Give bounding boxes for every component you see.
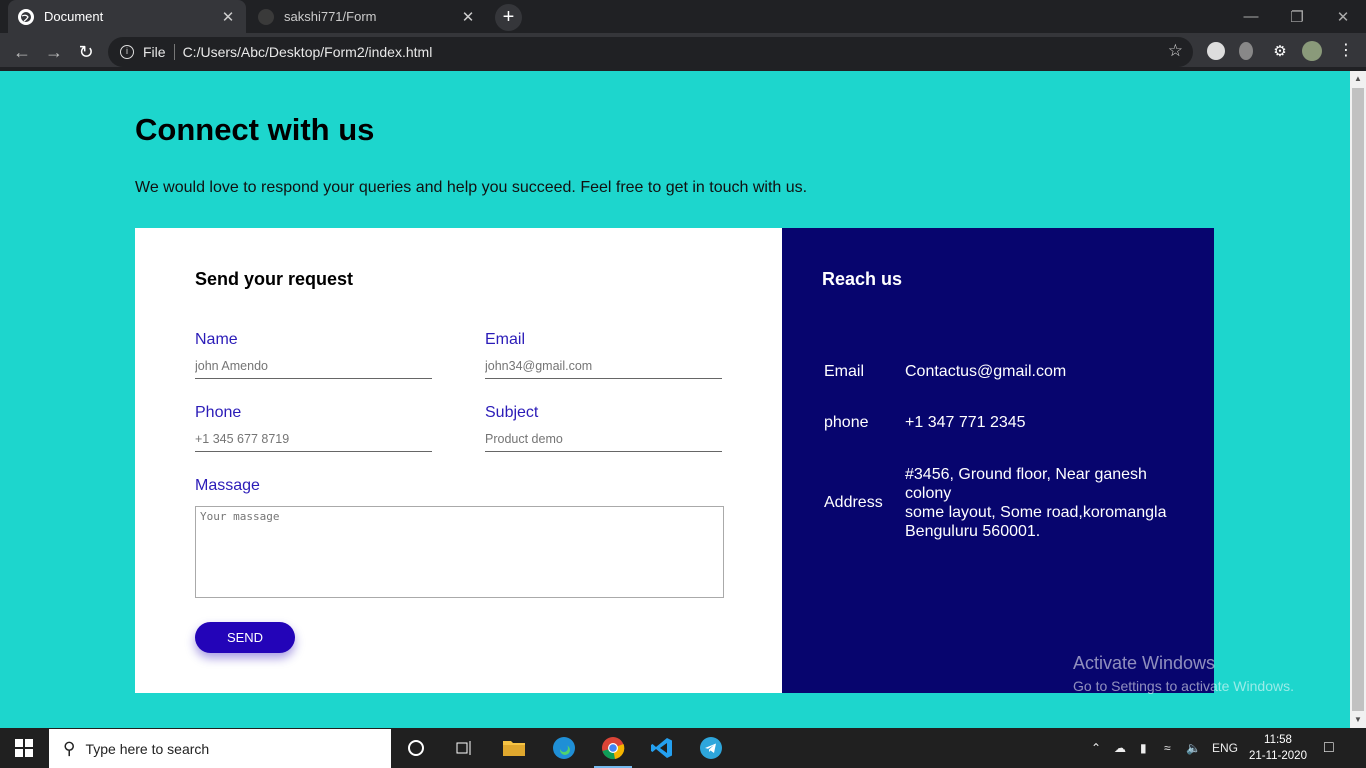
minimize-icon[interactable]: — (1228, 0, 1274, 33)
wifi-icon[interactable]: ≈ (1164, 728, 1171, 768)
taskbar: ⚲ Type here to search ⌃ ☁ ▮ ≈ 🔈 ENG 11:5… (0, 728, 1366, 768)
notification-icon[interactable]: □ (1324, 728, 1334, 768)
avatar[interactable] (1302, 41, 1322, 61)
close-tab-icon[interactable]: ✕ (460, 8, 476, 26)
close-tab-icon[interactable]: ✕ (220, 8, 236, 26)
form-title: Send your request (195, 269, 354, 289)
reach-address-value: #3456, Ground floor, Near ganesh colony … (905, 465, 1175, 541)
send-button[interactable]: SEND (195, 622, 295, 653)
browser-tab-bar: Document ✕ sakshi771/Form ✕ + — ❐ ✕ (0, 0, 1366, 33)
message-label: Massage (195, 477, 260, 494)
browser-toolbar: ← → ↻ i File C:/Users/Abc/Desktop/Form2/… (0, 33, 1366, 71)
reach-email-row: Email Contactus@gmail.com (824, 363, 1175, 381)
reload-icon[interactable]: ↻ (73, 39, 99, 65)
page-title: Connect with us (135, 112, 375, 147)
tab-title: sakshi771/Form (284, 9, 377, 24)
taskbar-clock[interactable]: 11:58 21-11-2020 (1243, 732, 1313, 764)
message-textarea[interactable] (195, 506, 724, 598)
reach-email-key: Email (824, 363, 865, 380)
email-label: Email (485, 331, 526, 348)
battery-icon[interactable]: ▮ (1140, 728, 1147, 768)
subject-field-group: Subject (485, 404, 722, 452)
phone-input[interactable] (195, 432, 432, 452)
reach-title: Reach us (822, 269, 903, 289)
page-scrollbar[interactable]: ▲ ▼ (1350, 71, 1366, 728)
url-scheme-label: File (143, 44, 166, 60)
subject-label: Subject (485, 404, 539, 421)
menu-kebab-icon[interactable]: ⋮ (1337, 42, 1355, 60)
cortana-icon[interactable] (402, 734, 430, 762)
onedrive-icon[interactable]: ☁ (1114, 728, 1126, 768)
edge-icon[interactable] (550, 734, 578, 762)
address-line: #3456, Ground floor, Near ganesh colony (905, 466, 1147, 502)
phone-field-group: Phone (195, 404, 432, 452)
bookmark-star-icon[interactable]: ☆ (1168, 41, 1183, 61)
request-form: Send your request Name Email Phone Subje… (135, 228, 782, 693)
reach-us-panel: Reach us Email Contactus@gmail.com phone… (782, 228, 1214, 693)
activation-watermark: Activate Windows Go to Settings to activ… (1073, 653, 1294, 694)
extension-icon[interactable] (1239, 42, 1253, 60)
reach-phone-row: phone +1 347 771 2345 (824, 414, 1175, 432)
restore-icon[interactable]: ❐ (1274, 0, 1320, 33)
windows-logo-icon (15, 739, 33, 757)
reach-address-row: Address #3456, Ground floor, Near ganesh… (824, 465, 1175, 541)
tab-document[interactable]: Document ✕ (8, 0, 246, 33)
subject-input[interactable] (485, 432, 722, 452)
globe-icon (18, 8, 34, 25)
address-bar[interactable]: i File C:/Users/Abc/Desktop/Form2/index.… (108, 37, 1193, 67)
scroll-up-icon[interactable]: ▲ (1350, 71, 1366, 87)
github-icon (258, 8, 274, 25)
tab-title: Document (44, 9, 104, 24)
address-line: some layout, Some road,koromangla Bengul… (905, 504, 1167, 540)
reach-phone-value: +1 347 771 2345 (905, 414, 1026, 431)
search-icon: ⚲ (63, 738, 76, 758)
volume-icon[interactable]: 🔈 (1186, 728, 1201, 768)
start-button[interactable] (0, 728, 48, 768)
scroll-thumb[interactable] (1352, 88, 1364, 711)
language-indicator[interactable]: ENG (1212, 728, 1238, 768)
url-text[interactable]: C:/Users/Abc/Desktop/Form2/index.html (183, 44, 433, 60)
task-view-icon[interactable] (450, 734, 478, 762)
email-input[interactable] (485, 359, 722, 379)
tab-github-form[interactable]: sakshi771/Form ✕ (248, 0, 486, 33)
name-label: Name (195, 331, 238, 348)
reach-phone-key: phone (824, 414, 869, 431)
extension-icon[interactable] (1207, 42, 1225, 60)
phone-label: Phone (195, 404, 242, 421)
name-input[interactable] (195, 359, 432, 379)
watermark-subtitle: Go to Settings to activate Windows. (1073, 678, 1294, 694)
file-explorer-icon[interactable] (500, 734, 528, 762)
show-hidden-icons[interactable]: ⌃ (1091, 728, 1101, 768)
vscode-icon[interactable] (648, 734, 676, 762)
reach-email-value: Contactus@gmail.com (905, 363, 1067, 380)
forward-icon[interactable]: → (41, 39, 67, 65)
email-field-group: Email (485, 331, 722, 379)
clock-date: 21-11-2020 (1249, 750, 1307, 762)
taskbar-search[interactable]: ⚲ Type here to search (49, 729, 391, 768)
page-subtitle: We would love to respond your queries an… (135, 179, 808, 196)
telegram-icon[interactable] (697, 734, 725, 762)
scroll-down-icon[interactable]: ▼ (1350, 712, 1366, 728)
search-placeholder: Type here to search (85, 740, 210, 757)
page-content: Connect with us We would love to respond… (0, 71, 1350, 728)
chrome-icon[interactable] (599, 734, 627, 762)
watermark-title: Activate Windows (1073, 653, 1216, 673)
url-separator (173, 44, 175, 60)
close-window-icon[interactable]: ✕ (1320, 0, 1366, 33)
clock-time: 11:58 (1264, 734, 1292, 746)
new-tab-button[interactable]: + (495, 4, 522, 31)
reach-address-key: Address (824, 494, 883, 511)
puzzle-icon[interactable]: ⚙ (1271, 42, 1289, 60)
name-field-group: Name (195, 331, 432, 379)
contact-card: Send your request Name Email Phone Subje… (135, 228, 1214, 693)
info-icon[interactable]: i (120, 45, 134, 59)
back-icon[interactable]: ← (9, 39, 35, 65)
